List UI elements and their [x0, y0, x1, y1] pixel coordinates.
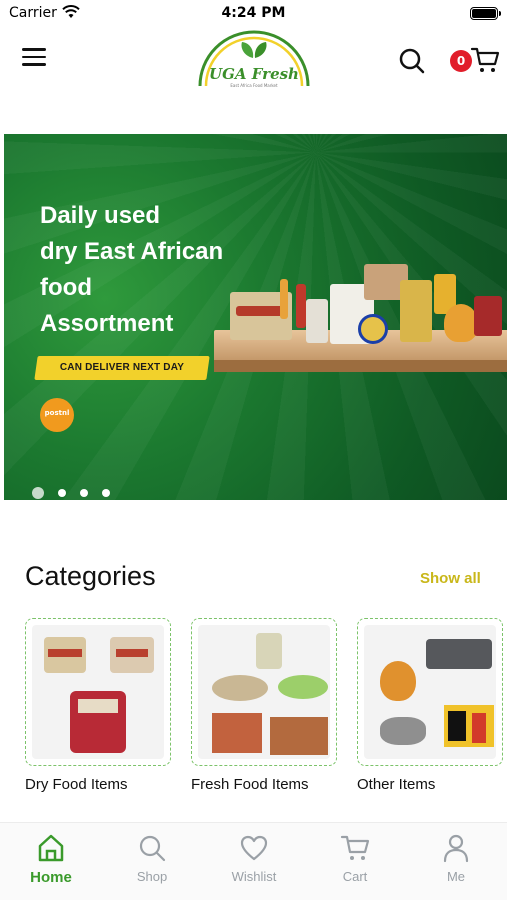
- carousel-dot[interactable]: [102, 488, 111, 497]
- carousel-dot[interactable]: [58, 488, 67, 497]
- cart-count-badge: 0: [450, 50, 472, 72]
- nav-label: Shop: [136, 869, 168, 884]
- menu-icon-line: [22, 48, 46, 51]
- nav-label: Cart: [342, 869, 368, 884]
- carousel-dots: [32, 482, 119, 499]
- category-label[interactable]: Dry Food Items: [25, 776, 128, 793]
- tin-image: [358, 314, 388, 344]
- bottle-image: [280, 279, 288, 319]
- menu-icon-line: [22, 63, 46, 66]
- status-time: 4:24 PM: [221, 5, 286, 21]
- search-icon: [139, 835, 166, 862]
- battery-icon: [470, 7, 501, 20]
- category-image: [364, 625, 496, 759]
- menu-icon-line: [22, 55, 46, 58]
- category-card-other[interactable]: [357, 618, 503, 766]
- app-logo[interactable]: UGA Fresh East Africa Food Market: [196, 28, 312, 92]
- home-icon: [38, 834, 64, 862]
- status-bar: Carrier 4:24 PM: [0, 0, 507, 28]
- banner-headline-line: dry East African: [40, 238, 224, 265]
- cart-icon: [340, 835, 370, 860]
- nav-cart[interactable]: Cart: [315, 833, 395, 884]
- category-card-fresh-food[interactable]: [191, 618, 337, 766]
- category-image: [32, 625, 164, 759]
- jar-image: [306, 299, 328, 343]
- user-icon: [443, 834, 469, 863]
- promo-banner[interactable]: Daily used dry East African food Assortm…: [4, 134, 507, 500]
- nav-shop[interactable]: Shop: [112, 833, 192, 884]
- banner-headline-line: Daily used: [40, 202, 161, 229]
- category-card-dry-food[interactable]: [25, 618, 171, 766]
- nav-me[interactable]: Me: [416, 833, 496, 884]
- nav-label: Wishlist: [231, 869, 277, 884]
- heart-icon: [240, 835, 268, 861]
- gourd-image: [444, 304, 478, 342]
- category-image: [198, 625, 330, 759]
- categories-title: Categories: [25, 561, 156, 591]
- cart-icon: [470, 47, 500, 72]
- carousel-dot[interactable]: [32, 486, 44, 499]
- nav-home[interactable]: Home: [11, 833, 91, 886]
- search-button[interactable]: [398, 47, 426, 75]
- show-all-link[interactable]: Show all: [420, 570, 481, 587]
- postnl-logo-text: postnl: [44, 409, 70, 417]
- azam-pack-image: [400, 280, 432, 342]
- nav-wishlist[interactable]: Wishlist: [214, 833, 294, 884]
- app-header: UGA Fresh East Africa Food Market 0: [0, 28, 507, 98]
- sauce-bottle-image: [296, 284, 306, 328]
- category-label[interactable]: Fresh Food Items: [191, 776, 309, 793]
- nav-label: Home: [30, 869, 72, 886]
- category-label[interactable]: Other Items: [357, 776, 435, 793]
- bottom-nav: Home Shop Wishlist Cart Me: [0, 822, 507, 900]
- shelf-front-image: [214, 360, 507, 372]
- carousel-dot[interactable]: [80, 488, 89, 497]
- delivery-tag: CAN DELIVER NEXT DAY: [59, 362, 185, 373]
- nav-label: Me: [446, 869, 466, 884]
- logo-tagline: East Africa Food Market: [230, 83, 278, 88]
- cart-button[interactable]: [470, 46, 500, 74]
- menu-button[interactable]: [22, 48, 48, 70]
- logo-text: UGA Fresh: [209, 65, 299, 83]
- search-icon: [399, 48, 425, 74]
- beans-bag-image: [474, 296, 502, 336]
